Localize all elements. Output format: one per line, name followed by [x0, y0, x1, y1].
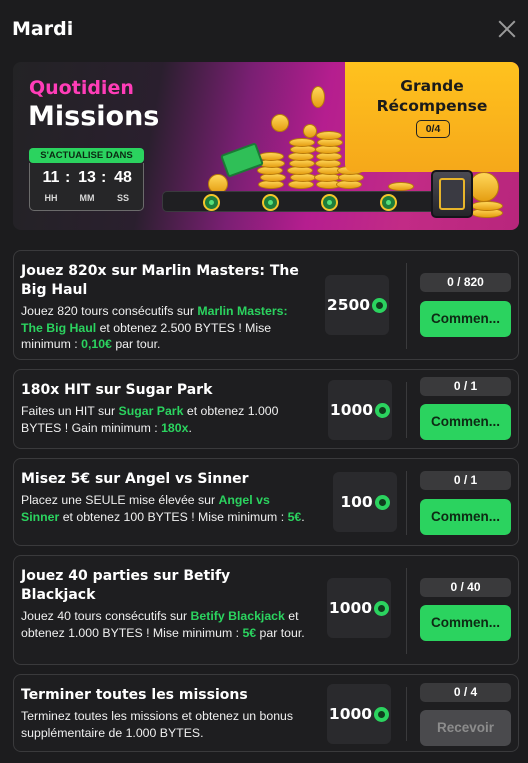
divider [406, 382, 407, 438]
timer-minutes: 13 [78, 169, 96, 186]
reward-amount: 100 [333, 472, 397, 532]
mission-description: Jouez 40 tours consécutifs sur Betify Bl… [21, 608, 311, 641]
bytes-coin-icon [374, 600, 390, 616]
bytes-coin-icon [374, 706, 390, 722]
timer-seconds-label: SS [116, 193, 129, 203]
mission-text: par tour. [256, 625, 305, 640]
mission-description: Placez une SEULE mise élevée sur Angel v… [21, 492, 311, 525]
bytes-coin-icon [374, 494, 390, 510]
mission-card: Jouez 820x sur Marlin Masters: The Big H… [13, 250, 519, 360]
mission-progress: 0 / 1 [420, 377, 511, 396]
timer-sep: : [65, 169, 71, 186]
mission-card: Jouez 40 parties sur Betify Blackjack Jou… [13, 555, 519, 665]
mission-progress: 0 / 40 [420, 578, 511, 597]
grand-reward-title: Grande Récompense [345, 76, 519, 116]
reward-amount: 1000 [327, 578, 391, 638]
mission-text: et obtenez 100 BYTES ! Mise minimum : [59, 509, 288, 524]
mission-card: Terminer toutes les missions Terminez tou… [13, 674, 519, 752]
checkpoint-icon [262, 194, 279, 211]
mission-highlight: 5€ [242, 625, 257, 640]
mission-title: Terminer toutes les missions [21, 687, 248, 703]
mission-progress-track [162, 191, 452, 212]
grand-reward-box: Grande Récompense 0/4 [345, 62, 519, 172]
timer-hours-label: HH [44, 193, 58, 203]
mission-progress: 0 / 1 [420, 471, 511, 490]
checkpoint-icon [203, 194, 220, 211]
mission-text: Terminez toutes les missions et obtenez … [21, 709, 294, 740]
mission-text: Jouez 820 tours consécutifs sur [21, 304, 198, 318]
checkpoint-icon [321, 194, 338, 211]
mission-progress: 0 / 4 [420, 683, 511, 702]
timer-seconds: 48 [114, 169, 132, 186]
mission-highlight: Betify Blackjack [190, 609, 285, 623]
bytes-coin-icon [375, 402, 391, 418]
mission-text: Faites un HIT sur [21, 404, 119, 418]
grand-reward-title-line2: Récompense [376, 97, 488, 115]
divider [406, 568, 407, 654]
timer-minutes-label: MM [79, 193, 95, 203]
header: Mardi [0, 0, 528, 60]
refresh-label: S'ACTUALISE DANS [29, 148, 144, 163]
mission-title: 180x HIT sur Sugar Park [21, 382, 213, 398]
start-mission-button[interactable]: Commen... [420, 301, 511, 337]
divider [406, 471, 407, 535]
safe-icon [431, 170, 473, 218]
mission-text: Placez une SEULE mise élevée sur [21, 493, 219, 507]
mission-title: Jouez 820x sur Marlin Masters: The Big H… [21, 263, 299, 298]
mission-title: Misez 5€ sur Angel vs Sinner [21, 471, 249, 487]
reward-amount-value: 2500 [326, 296, 371, 314]
grand-reward-count: 0/4 [416, 120, 450, 138]
mission-highlight: 180x [161, 420, 189, 435]
grand-reward-title-line1: Grande [400, 77, 464, 95]
claim-reward-button[interactable]: Recevoir [420, 710, 511, 746]
mission-progress: 0 / 820 [420, 273, 511, 292]
reward-amount-value: 1000 [328, 599, 373, 617]
reward-amount: 1000 [328, 380, 392, 440]
timer-sep: : [101, 169, 107, 186]
mission-description: Faites un HIT sur Sugar Park et obtenez … [21, 403, 311, 436]
mission-highlight: 5€ [287, 509, 302, 524]
mission-text: . [301, 509, 305, 524]
close-icon[interactable] [496, 18, 518, 40]
banner-subtitle: Quotidien [29, 77, 134, 99]
mission-card: 180x HIT sur Sugar Park Faites un HIT sur… [13, 369, 519, 449]
mission-text: Jouez 40 tours consécutifs sur [21, 609, 191, 623]
start-mission-button[interactable]: Commen... [420, 499, 511, 535]
reward-amount: 2500 [325, 275, 389, 335]
mission-description: Jouez 820 tours consécutifs sur Marlin M… [21, 303, 311, 353]
checkpoint-icon [380, 194, 397, 211]
reward-amount-value: 1000 [329, 401, 374, 419]
page-title: Mardi [12, 18, 74, 40]
timer-hours: 11 [42, 169, 60, 186]
mission-text: par tour. [111, 337, 161, 351]
start-mission-button[interactable]: Commen... [420, 404, 511, 440]
daily-missions-banner: Quotidien Missions S'ACTUALISE DANS 11 :… [13, 62, 519, 230]
mission-text: . [188, 420, 192, 435]
bytes-coin-icon [372, 297, 388, 313]
reward-amount: 1000 [327, 684, 391, 744]
mission-highlight: Sugar Park [118, 404, 184, 418]
start-mission-button[interactable]: Commen... [420, 605, 511, 641]
mission-highlight: 0,10€ [81, 337, 112, 351]
mission-title: Jouez 40 parties sur Betify Blackjack [21, 568, 231, 603]
mission-card: Misez 5€ sur Angel vs Sinner Placez une S… [13, 458, 519, 546]
banner-title: Missions [28, 101, 160, 132]
divider [406, 263, 407, 349]
reward-amount-value: 1000 [328, 705, 373, 723]
reward-amount-value: 100 [340, 493, 373, 511]
countdown-timer: 11 : 13 : 48 HH MM SS [29, 163, 144, 211]
mission-description: Terminez toutes les missions et obtenez … [21, 708, 311, 741]
divider [406, 687, 407, 741]
